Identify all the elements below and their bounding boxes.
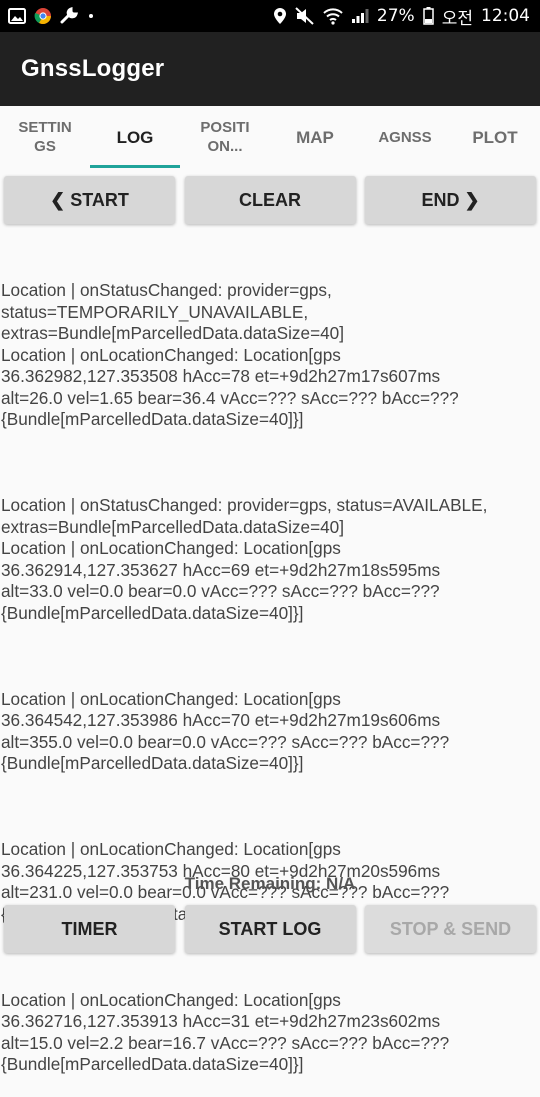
clear-button[interactable]: CLEAR (184, 176, 356, 224)
app-title: GnssLogger (21, 55, 165, 82)
end-button[interactable]: END ❯ (365, 176, 536, 224)
mute-icon (295, 7, 314, 25)
start-button[interactable]: ❮ START (4, 176, 175, 224)
status-ampm: 오전 (441, 8, 473, 29)
wifi-icon (323, 8, 343, 25)
signal-icon (351, 9, 369, 23)
log-entry: Location | onStatusChanged: provider=gps… (1, 280, 459, 429)
app-bar: GnssLogger (0, 32, 540, 106)
tab-bar: SETTIN GS LOG POSITI ON... MAP AGNSS PLO… (0, 106, 540, 168)
battery-icon (422, 7, 434, 25)
logging-control-buttons: TIMER START LOG STOP & SEND (0, 905, 540, 953)
tab-map[interactable]: MAP (270, 106, 360, 168)
tab-log-label: LOG (116, 127, 154, 147)
tab-settings-label: SETTIN GS (18, 119, 72, 155)
time-remaining: Time Remaining: N/A (184, 874, 356, 893)
tab-position[interactable]: POSITI ON... (180, 106, 270, 168)
log-navigation-buttons: ❮ START CLEAR END ❯ (0, 176, 540, 224)
timer-button[interactable]: TIMER (4, 905, 175, 953)
chrome-icon (34, 8, 51, 25)
log-view[interactable]: Location | onStatusChanged: provider=gps… (0, 237, 540, 1097)
tab-agnss[interactable]: AGNSS (360, 106, 450, 168)
status-bar-right: 27% 오전 12:04 (273, 4, 530, 29)
battery-percent: 27% (376, 6, 415, 26)
location-pin-icon (273, 8, 286, 24)
log-entry: Location | onStatusChanged: provider=gps… (1, 495, 488, 623)
start-log-button[interactable]: START LOG (184, 905, 356, 953)
tab-position-label: POSITI ON... (200, 119, 250, 155)
image-icon (8, 8, 26, 24)
status-time: 12:04 (481, 6, 530, 26)
log-entry: Location | onLocationChanged: Location[g… (1, 688, 450, 774)
wrench-icon (60, 7, 78, 24)
tab-map-label: MAP (296, 127, 334, 147)
tab-log[interactable]: LOG (90, 106, 180, 168)
status-bar: 27% 오전 12:04 (0, 0, 540, 32)
stop-send-button[interactable]: STOP & SEND (365, 905, 536, 953)
tab-agnss-label: AGNSS (378, 128, 432, 146)
tab-settings[interactable]: SETTIN GS (0, 106, 90, 168)
log-entry: Location | onLocationChanged: Location[g… (1, 989, 450, 1075)
dot-icon (89, 14, 93, 18)
tab-plot-label: PLOT (472, 127, 518, 147)
status-bar-left (8, 7, 96, 25)
tab-plot[interactable]: PLOT (450, 106, 540, 168)
